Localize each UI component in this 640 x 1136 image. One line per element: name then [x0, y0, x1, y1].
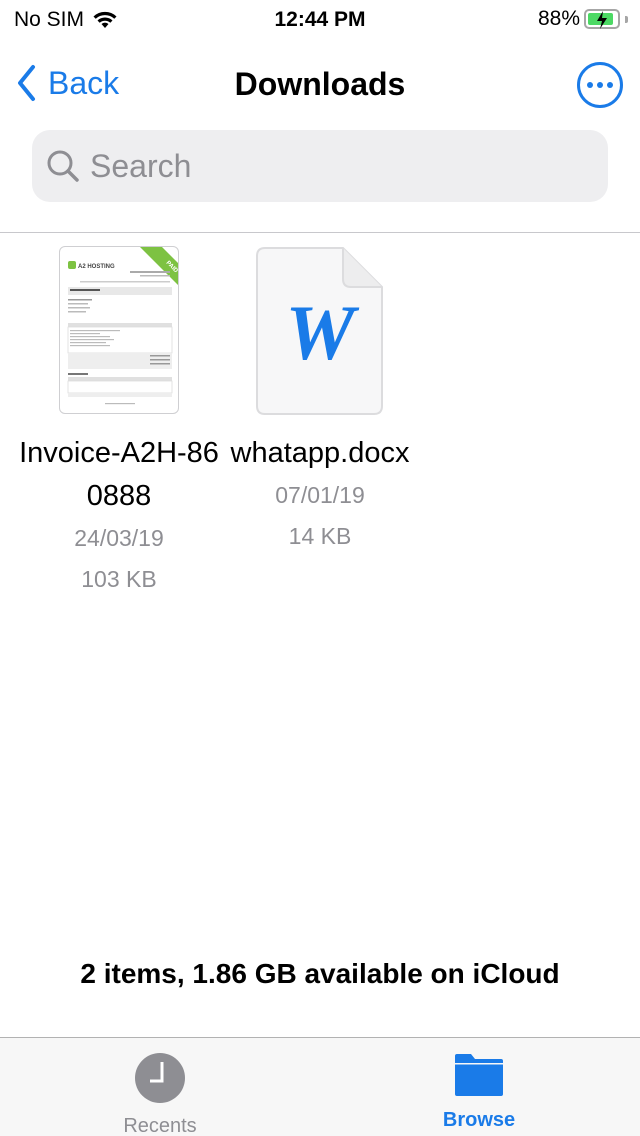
- file-item[interactable]: PAID A2 HOSTING Invoice-A2H-860888 24/03…: [19, 246, 219, 600]
- more-options-button[interactable]: [577, 62, 623, 108]
- file-size: 103 KB: [81, 566, 157, 592]
- file-item[interactable]: W whatapp.docx 07/01/19 14 KB: [220, 246, 420, 557]
- battery-icon: [584, 9, 620, 29]
- file-thumbnail-wrap: PAID A2 HOSTING: [19, 246, 219, 418]
- invoice-thumbnail: PAID A2 HOSTING: [59, 246, 179, 414]
- word-document-icon: W: [256, 247, 383, 415]
- invoice-preview-icon: PAID A2 HOSTING: [67, 247, 178, 405]
- svg-text:W: W: [285, 289, 359, 376]
- file-size: 14 KB: [288, 523, 352, 549]
- search-bar[interactable]: [32, 130, 608, 202]
- tab-recents[interactable]: Recents: [60, 1052, 260, 1136]
- charging-bolt-icon: [597, 11, 607, 29]
- search-icon: [47, 150, 79, 182]
- search-input[interactable]: [90, 147, 570, 185]
- folder-icon: [455, 1054, 503, 1096]
- tab-label: Recents: [123, 1115, 197, 1136]
- tab-label: Browse: [442, 1109, 516, 1131]
- tab-browse[interactable]: Browse: [379, 1052, 579, 1132]
- battery-cap: [625, 15, 628, 23]
- status-right: 88%: [538, 7, 628, 31]
- tab-bar: Recents Browse: [0, 1037, 640, 1136]
- page-title: Downloads: [234, 66, 406, 102]
- navigation-bar: Back Downloads: [0, 52, 640, 118]
- file-date: 07/01/19: [275, 482, 365, 508]
- more-dot-icon: [607, 82, 613, 88]
- clock-icon: [135, 1053, 185, 1103]
- file-thumbnail-wrap: W: [220, 246, 420, 418]
- more-dot-icon: [587, 82, 593, 88]
- header-divider: [0, 232, 640, 233]
- storage-summary: 2 items, 1.86 GB available on iCloud: [80, 958, 560, 989]
- battery-percent: 88%: [537, 7, 580, 30]
- file-name: whatapp.docx: [230, 437, 410, 469]
- svg-text:A2 HOSTING: A2 HOSTING: [78, 264, 115, 270]
- file-name: Invoice-A2H-860888: [19, 437, 219, 512]
- file-date: 24/03/19: [74, 525, 164, 551]
- status-bar: No SIM 12:44 PM 88%: [0, 0, 640, 40]
- more-dot-icon: [597, 82, 603, 88]
